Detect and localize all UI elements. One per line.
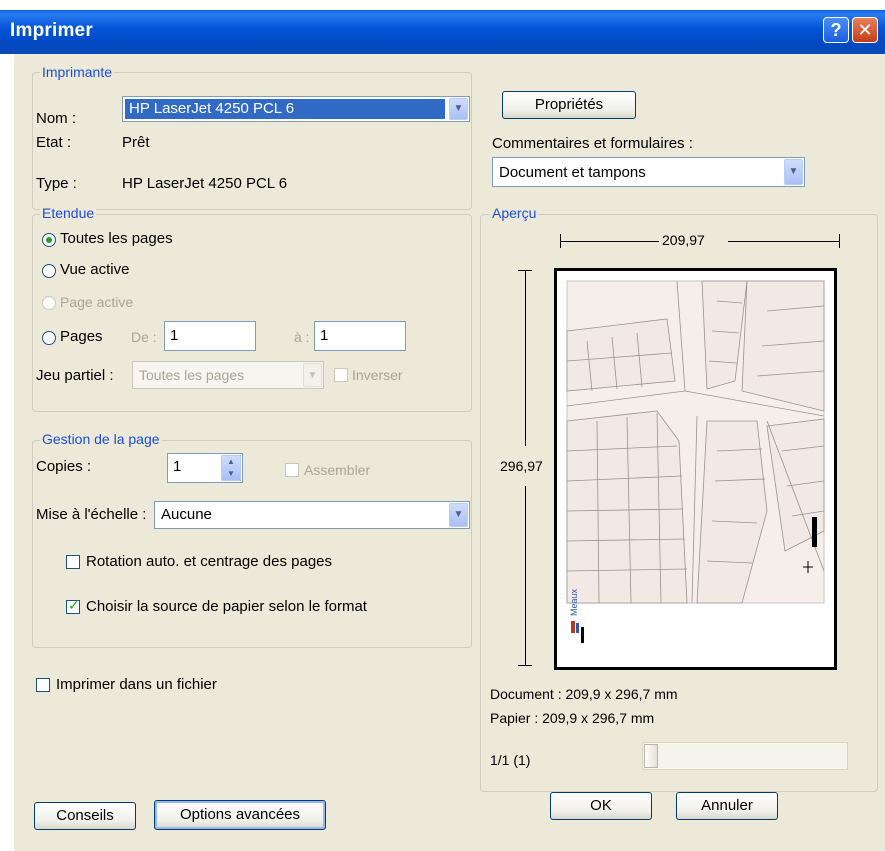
copies-input[interactable]: 1 ▲ ▼ [167,453,243,483]
radio-dot [46,237,52,243]
dialog-body: Imprimante Nom : HP LaserJet 4250 PCL 6 … [14,54,885,851]
printer-legend: Imprimante [40,64,115,80]
pages-radio[interactable] [42,331,56,345]
range-legend: Etendue [40,205,97,221]
pages-label[interactable]: Pages [60,328,103,345]
dimension-line [525,486,526,665]
dimension-tick [518,665,532,666]
close-button[interactable]: ✕ [852,17,878,43]
height-value: 296,97 [500,458,543,474]
properties-button[interactable]: Propriétés [502,91,636,119]
active-page-radio [42,296,56,310]
printer-name-label: Nom : [36,110,77,127]
ok-button[interactable]: OK [550,792,652,820]
printer-name-select[interactable]: HP LaserJet 4250 PCL 6 ▼ [122,96,470,122]
scaling-label: Mise à l'échelle : [36,506,147,523]
from-input[interactable]: 1 [164,321,256,351]
collate-checkbox [285,463,299,477]
scaling-select[interactable]: Aucune ▼ [154,501,470,529]
printer-state-value: Prêt [122,134,150,151]
cancel-button[interactable]: Annuler [676,792,778,820]
checkmark-icon: ✓ [68,597,80,613]
width-value: 209,97 [662,232,705,248]
window-title: Imprimer [10,20,93,41]
paper-source-checkbox[interactable]: ✓ [66,597,80,614]
printer-type-value: HP LaserJet 4250 PCL 6 [122,175,288,192]
all-pages-label[interactable]: Toutes les pages [60,230,173,247]
active-view-radio[interactable] [42,264,56,278]
chevron-down-icon[interactable]: ▼ [449,503,468,527]
active-page-label: Page active [60,294,134,310]
dimension-line [728,241,839,242]
print-to-file-label[interactable]: Imprimer dans un fichier [56,676,217,693]
title-bar[interactable] [0,10,885,54]
chevron-down-icon[interactable]: ▼ [449,98,468,120]
page-scrollbar[interactable] [642,742,848,770]
map-preview: Meaux [566,280,825,643]
comments-select[interactable]: Document et tampons ▼ [492,157,805,187]
printer-type-label: Type : [36,175,77,192]
paper-source-label[interactable]: Choisir la source de papier selon le for… [86,598,367,615]
map-stamp-text: Meaux [569,588,579,616]
printer-name-value: HP LaserJet 4250 PCL 6 [129,100,295,117]
chevron-down-icon: ▼ [303,363,322,387]
comments-label: Commentaires et formulaires : [492,135,693,152]
collate-label: Assembler [304,462,371,478]
active-view-label[interactable]: Vue active [60,261,130,278]
page-handling-legend: Gestion de la page [40,431,162,447]
dimension-line [525,271,526,446]
reverse-checkbox [334,368,348,382]
tips-button[interactable]: Conseils [34,802,136,830]
subset-value: Toutes les pages [139,367,245,383]
close-icon: ✕ [857,20,873,40]
preview-legend: Aperçu [490,205,539,221]
stepper-arrows-icon[interactable]: ▲ ▼ [221,455,241,481]
printer-state-label: Etat : [36,134,72,151]
scaling-value: Aucune [161,506,212,523]
paper-size: Papier : 209,9 x 296,7 mm [490,710,655,726]
page-indicator: 1/1 (1) [490,752,531,768]
copies-label: Copies : [36,458,92,475]
dimension-tick [839,234,840,248]
page-handling-group [32,440,472,648]
subset-select: Toutes les pages ▼ [132,361,324,389]
document-size: Document : 209,9 x 296,7 mm [490,686,678,702]
help-button[interactable]: ? [823,17,849,43]
from-label: De : [131,329,157,345]
auto-rotate-checkbox[interactable] [66,555,80,569]
background-strip [0,0,14,851]
copies-value: 1 [173,458,182,475]
advanced-options-button[interactable]: Options avancées [154,800,326,830]
reverse-label: Inverser [352,367,403,383]
dimension-line [561,241,659,242]
page-preview: Meaux [554,268,837,670]
chevron-down-icon[interactable]: ▼ [784,159,803,185]
help-icon: ? [830,20,842,40]
to-label: à : [294,329,310,345]
comments-value: Document et tampons [499,164,646,181]
all-pages-radio[interactable] [42,233,56,247]
auto-rotate-label[interactable]: Rotation auto. et centrage des pages [86,553,332,570]
print-to-file-checkbox[interactable] [36,678,50,692]
scrollbar-thumb[interactable] [644,744,658,768]
to-input[interactable]: 1 [314,321,406,351]
subset-label: Jeu partiel : [36,367,114,384]
